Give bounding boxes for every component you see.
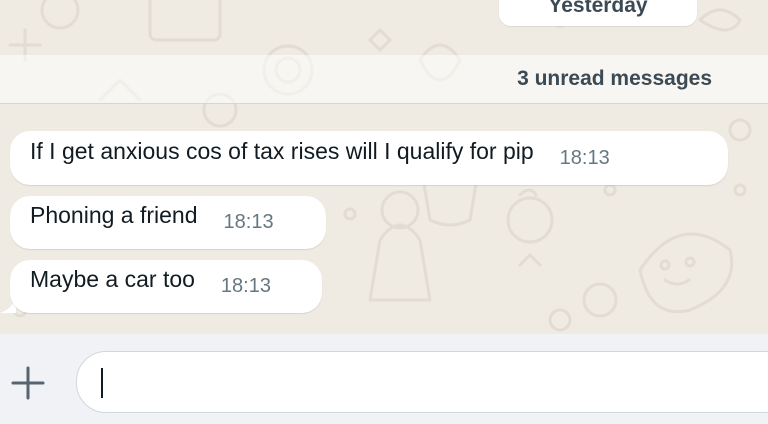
text-caret (101, 368, 103, 398)
unread-messages-label: 3 unread messages (517, 67, 712, 90)
message-text: Maybe a car too (30, 266, 195, 292)
plus-icon (11, 366, 45, 400)
message-bubble[interactable]: Maybe a car too 18:13 (10, 260, 322, 313)
message-text: Phoning a friend (30, 202, 198, 228)
message-timestamp: 18:13 (223, 211, 274, 233)
message-input[interactable] (107, 352, 711, 414)
message-bubble[interactable]: Phoning a friend 18:13 (10, 196, 326, 249)
message-timestamp: 18:13 (220, 275, 271, 297)
chat-panel: Yesterday 3 unread messages If I get anx… (0, 0, 768, 334)
unread-messages-banner: 3 unread messages (0, 55, 768, 104)
message-text: If I get anxious cos of tax rises will I… (30, 138, 534, 164)
message-bubble[interactable]: If I get anxious cos of tax rises will I… (10, 131, 728, 185)
message-input-container[interactable] (76, 351, 768, 414)
date-divider-label: Yesterday (548, 0, 648, 17)
date-divider: Yesterday (499, 0, 697, 26)
attach-button[interactable] (8, 363, 48, 403)
message-timestamp: 18:13 (559, 147, 610, 169)
